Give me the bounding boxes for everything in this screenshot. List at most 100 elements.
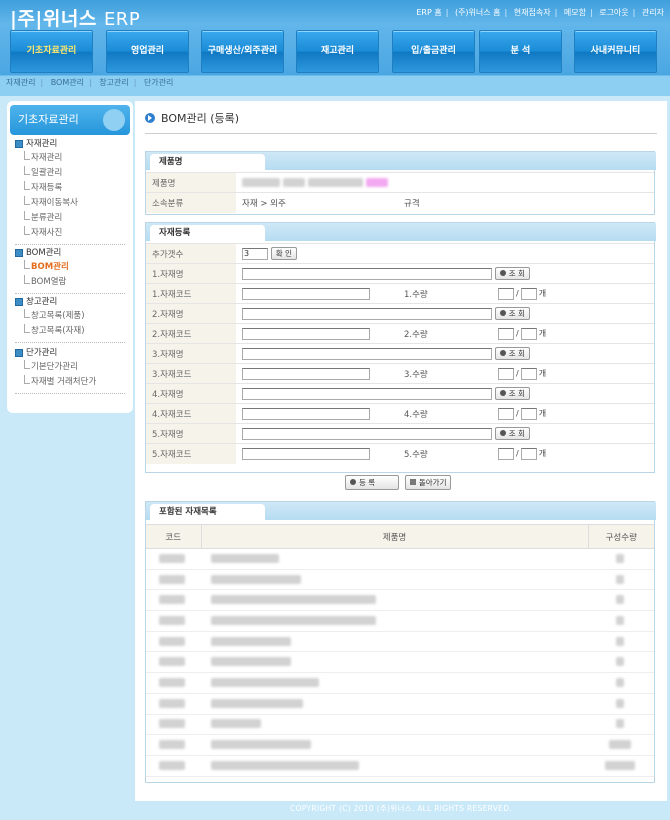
table-row[interactable] — [146, 672, 654, 694]
quantity-input[interactable] — [498, 407, 514, 420]
material-code-label: 1.자재코드 — [146, 283, 236, 304]
add-count-input[interactable]: 3 — [242, 247, 268, 260]
material-box: 자재등록 추가갯수 3 확 인 1.자재명 조 회 1.자재코드 1.수량 / 개… — [145, 222, 656, 473]
menu-analysis[interactable]: 분 석 — [479, 30, 562, 73]
form-actions: 등 록 돌아가기 — [345, 475, 454, 490]
menu-payments[interactable]: 입/출금관리 — [392, 30, 475, 73]
square-bullet-icon — [15, 349, 23, 357]
search-button[interactable]: 조 회 — [494, 307, 530, 320]
sidebar-item-base-price[interactable]: 기본단가관리 — [15, 360, 125, 375]
square-bullet-icon — [15, 140, 23, 148]
table-row[interactable] — [146, 693, 654, 715]
gear-icon — [350, 479, 356, 485]
sidebar-item-bulk-manage[interactable]: 일괄관리 — [15, 166, 125, 181]
unit-label: 개 — [538, 289, 547, 298]
subnav-material[interactable]: 자재관리 — [6, 78, 35, 87]
back-button[interactable]: 돌아가기 — [404, 475, 452, 490]
subnav-price[interactable]: 단가관리 — [144, 78, 173, 87]
menu-basic-data[interactable]: 기초자료관리 — [10, 30, 93, 73]
table-row[interactable] — [146, 610, 654, 632]
included-materials-table: 코드 제품명 구성수량 — [146, 524, 654, 777]
sidebar-group-title[interactable]: 창고관리 — [15, 295, 125, 309]
search-icon — [499, 390, 506, 396]
sidebar-group-title[interactable]: BOM관리 — [15, 246, 125, 260]
logo[interactable]: |주|위너스 ERP — [10, 4, 140, 31]
table-row[interactable] — [146, 631, 654, 653]
material-code-input[interactable] — [242, 367, 370, 380]
quantity-input[interactable] — [520, 287, 537, 300]
material-code-label: 2.자재코드 — [146, 323, 236, 344]
material-name-label: 5.자재명 — [146, 423, 236, 444]
search-button[interactable]: 조 회 — [494, 387, 530, 400]
table-row[interactable] — [146, 651, 654, 674]
search-button[interactable]: 조 회 — [494, 347, 530, 360]
menu-purchase-production[interactable]: 구매생산/외주관리 — [201, 30, 284, 73]
material-name-label: 1.자재명 — [146, 263, 236, 284]
menu-inventory[interactable]: 재고관리 — [296, 30, 379, 73]
table-row[interactable] — [146, 569, 654, 591]
top-link-current-users[interactable]: 현재접속자 — [514, 8, 551, 17]
search-icon — [499, 350, 506, 356]
sidebar-item-material-register[interactable]: 자재등록 — [15, 181, 125, 196]
sidebar-item-material-copy[interactable]: 자재이동복사 — [15, 196, 125, 211]
add-count-label: 추가갯수 — [146, 243, 236, 264]
sidebar-group-title[interactable]: 자재관리 — [15, 137, 125, 151]
material-code-input[interactable] — [242, 407, 370, 420]
quantity-input[interactable] — [520, 327, 537, 340]
product-box-tab: 제품명 — [150, 154, 265, 170]
quantity-input[interactable] — [520, 407, 537, 420]
sidebar-item-material-manage[interactable]: 자재관리 — [15, 151, 125, 166]
sidebar-group-title[interactable]: 단가관리 — [15, 346, 125, 360]
top-link-memo[interactable]: 메모함 — [564, 8, 586, 17]
unit-label: 개 — [538, 449, 547, 459]
quantity-input[interactable] — [520, 367, 537, 380]
sidebar-item-bom-manage[interactable]: BOM관리 — [15, 260, 125, 275]
material-table: 추가갯수 3 확 인 1.자재명 조 회 1.자재코드 1.수량 / 개 2.자재… — [146, 243, 654, 464]
quantity-input[interactable] — [498, 367, 514, 380]
subnav-bom[interactable]: BOM관리 — [51, 78, 84, 87]
material-name-input[interactable] — [242, 387, 492, 400]
square-bullet-icon — [15, 249, 23, 257]
confirm-button[interactable]: 확 인 — [270, 247, 297, 260]
product-name-value — [236, 172, 654, 193]
sidebar-item-material-photo[interactable]: 자재사진 — [15, 226, 125, 241]
sidebar-item-vendor-price[interactable]: 자재별 거래처단가 — [15, 375, 125, 390]
search-button[interactable]: 조 회 — [494, 427, 530, 440]
search-button[interactable]: 조 회 — [494, 267, 530, 280]
sidebar-item-warehouse-product[interactable]: 창고목록(제품) — [15, 309, 125, 324]
subnav-warehouse[interactable]: 창고관리 — [99, 78, 128, 87]
top-link-erp-home[interactable]: ERP 홈 — [416, 8, 441, 17]
quantity-input[interactable] — [498, 447, 514, 460]
top-link-company-home[interactable]: (주)위너스 홈 — [455, 8, 501, 17]
material-name-input[interactable] — [242, 347, 492, 360]
material-name-input[interactable] — [242, 427, 492, 440]
unit-label: 개 — [538, 409, 547, 418]
register-button[interactable]: 등 록 — [345, 475, 399, 490]
table-row[interactable] — [146, 589, 654, 612]
sidebar-item-bom-view[interactable]: BOM열람 — [15, 275, 125, 290]
sidebar-item-warehouse-material[interactable]: 창고목록(자재) — [15, 324, 125, 339]
quantity-input[interactable] — [498, 327, 514, 340]
quantity-input[interactable] — [498, 287, 514, 300]
menu-community[interactable]: 사내커뮤니티 — [574, 30, 657, 73]
search-icon — [499, 430, 506, 436]
material-code-input[interactable] — [242, 447, 370, 460]
quantity-field: / 개 — [497, 367, 547, 380]
footer-copyright: COPYRIGHT (C) 2010 (주)위너스. ALL RIGHTS RE… — [290, 804, 512, 813]
material-code-input[interactable] — [242, 327, 370, 340]
quantity-label: 3.수량 — [398, 363, 491, 384]
table-row[interactable] — [146, 714, 654, 736]
top-link-logout[interactable]: 로그아웃 — [599, 8, 628, 17]
material-name-input[interactable] — [242, 267, 492, 280]
unit-label: 개 — [538, 329, 547, 338]
top-link-admin[interactable]: 관리자 — [642, 8, 664, 17]
table-row[interactable] — [146, 734, 654, 756]
main-menu: 기초자료관리 영업관리 구매생산/외주관리 재고관리 입/출금관리 분 석 사내… — [10, 30, 665, 73]
sidebar-item-category-manage[interactable]: 분류관리 — [15, 211, 125, 226]
material-name-input[interactable] — [242, 307, 492, 320]
quantity-input[interactable] — [520, 447, 537, 460]
material-code-input[interactable] — [242, 287, 370, 300]
menu-sales[interactable]: 영업관리 — [106, 30, 189, 73]
table-row[interactable] — [146, 755, 654, 777]
table-row[interactable] — [146, 548, 654, 570]
